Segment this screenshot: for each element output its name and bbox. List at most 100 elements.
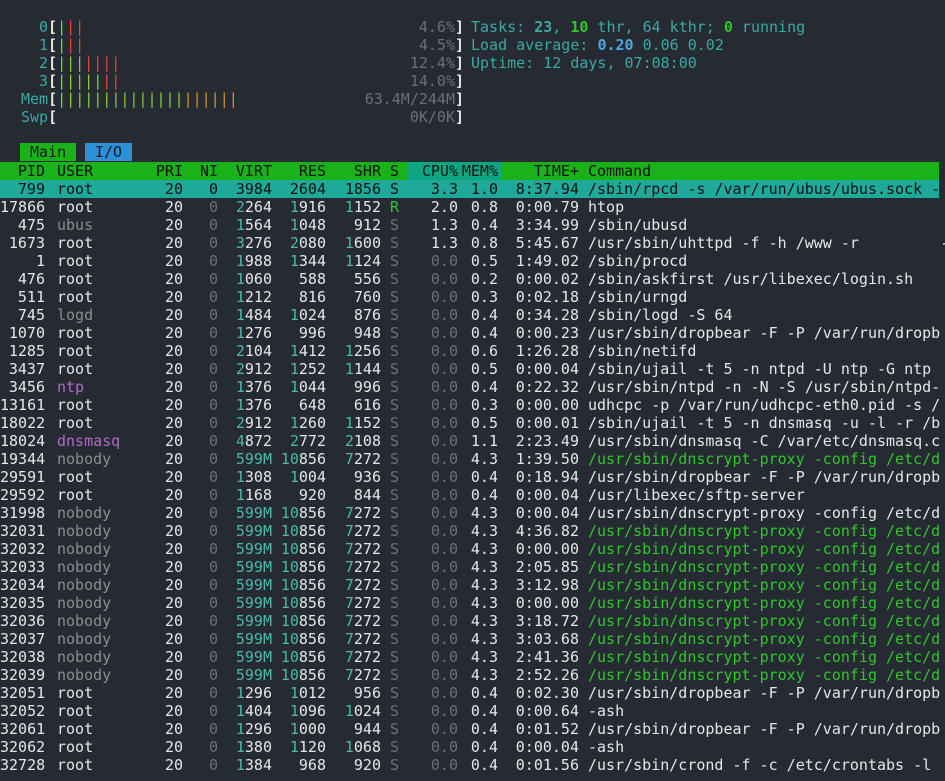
col-time[interactable]: TIME+	[505, 162, 579, 180]
cell-virt: 599M	[235, 666, 272, 684]
cell-ni: 0	[208, 612, 218, 630]
meter-bracket: ]	[455, 36, 465, 54]
process-row[interactable]: 3456 ntp 20 0 1376 1044 996 S 0.0 0.4 0:22.32/usr/…	[0, 378, 940, 396]
process-row[interactable]: 32052 root 20 0 1404 1096 1024 S 0.0 0.4 0:00.64 -a…	[0, 702, 939, 720]
cell-virt: 1212	[235, 288, 272, 306]
cell-ni: 0	[208, 396, 218, 414]
cell-cmd: /sbin/logd -S 64	[588, 306, 733, 324]
cell-shr: 1256	[344, 342, 381, 360]
cell-s: S	[390, 702, 400, 720]
cell-s: S	[390, 468, 400, 486]
cell-user: nobody	[57, 540, 112, 558]
cell-pid: 3456	[8, 378, 45, 396]
cell-virt: 599M	[235, 594, 272, 612]
cell-res: 968	[298, 756, 326, 774]
process-row[interactable]: 32038 nobody 20 0 599M 10856 7272 S 0.0 4.3 2:41.3…	[0, 648, 940, 666]
process-row[interactable]: 18022 root 20 0 2912 1260 1152 S 0.0 0.5 0:00.01/s…	[0, 414, 940, 432]
col-shr[interactable]: SHR	[335, 162, 381, 180]
cell-pri: 20	[164, 216, 183, 234]
process-row[interactable]: 1070 root 20 0 1276 996 948 S 0.0 0.4 0:00.23/usr/…	[0, 324, 940, 342]
cell-virt: 2912	[235, 414, 272, 432]
process-row[interactable]: 476 root 20 0 1060 588 556 S 0.0 0.2 0:00.02/sbin/…	[0, 270, 939, 288]
cell-s: S	[390, 540, 400, 558]
process-row[interactable]: 32034 nobody 20 0 599M 10856 7272 S 0.0 4.3 3:12.9…	[0, 576, 940, 594]
uptime: Uptime: 12 days, 07:08:00	[471, 54, 697, 72]
col-cpu[interactable]: CPU%	[414, 162, 458, 180]
cell-user: nobody	[57, 576, 112, 594]
process-row[interactable]: 745 logd 20 0 1484 1024 876 S 0.0 0.4 0:34.28/sbin…	[0, 306, 939, 324]
cell-time: 0:00.04	[515, 738, 579, 756]
col-user[interactable]: USER	[57, 162, 93, 180]
cell-user: nobody	[57, 558, 112, 576]
process-row[interactable]: 32037 nobody 20 0 599M 10856 7272 S 0.0 4.3 3:03.6…	[0, 630, 940, 648]
cell-pri: 20	[164, 432, 183, 450]
process-row[interactable]: 1285 root 20 0 2104 1412 1256 S 0.0 0.6 1:26.28/sb…	[0, 342, 939, 360]
process-row[interactable]: 32062 root 20 0 1380 1120 1068 S 0.0 0.4 0:00.04 -a…	[0, 738, 939, 756]
cell-ni: 0	[208, 270, 218, 288]
process-row[interactable]: 475 ubus 20 0 1564 1048 912 S 1.3 0.4 3:34.99/sbin…	[0, 216, 939, 234]
cell-mem: 4.3	[470, 450, 498, 468]
meter-bracket: ]	[455, 72, 465, 90]
col-pid[interactable]: PID	[0, 162, 45, 180]
process-row[interactable]: 32039 nobody 20 0 599M 10856 7272 S 0.0 4.3 2:52.2…	[0, 666, 940, 684]
cell-cpu: 0.0	[430, 594, 458, 612]
process-row[interactable]: 31998 nobody 20 0 599M 10856 7272 S 0.0 4.3 0:00.0…	[0, 504, 940, 522]
cell-ni: 0	[208, 252, 218, 270]
cell-virt: 1384	[235, 756, 272, 774]
cell-s: S	[390, 720, 400, 738]
cell-shr: 2108	[344, 432, 381, 450]
col-virt[interactable]: VIRT	[225, 162, 272, 180]
cell-pid: 32036	[0, 612, 46, 630]
cell-s: R	[390, 198, 400, 216]
cell-pid: 1285	[8, 342, 45, 360]
process-row[interactable]: 32051 root 20 0 1296 1012 956 S 0.0 0.4 0:02.30/us…	[0, 684, 940, 702]
process-row[interactable]: 29591 root 20 0 1308 1004 936 S 0.0 0.4 0:18.94/us…	[0, 468, 940, 486]
process-row[interactable]: 32036 nobody 20 0 599M 10856 7272 S 0.0 4.3 3:18.7…	[0, 612, 940, 630]
tab-main[interactable]: Main	[20, 143, 77, 161]
col-res[interactable]: RES	[280, 162, 326, 180]
cell-pid: 18024	[0, 432, 46, 450]
process-row[interactable]: 511 root 20 0 1212 816 760 S 0.0 0.3 0:02.18/sbin/…	[0, 288, 939, 306]
col-command[interactable]: Command	[588, 162, 651, 180]
cell-cmd: /usr/sbin/dnscrypt-proxy -config /etc/d	[588, 594, 941, 612]
cell-pid: 511	[17, 288, 45, 306]
cell-cpu: 0.0	[430, 486, 458, 504]
process-row[interactable]: 1673 root 20 0 3276 2080 1600 S 1.3 0.8 5:45.67/us…	[0, 234, 945, 252]
process-row[interactable]: 18024 dnsmasq 20 0 4872 2772 2108 S 0.0 1.1 2:23.4…	[0, 432, 940, 450]
col-ni[interactable]: NI	[190, 162, 218, 180]
cell-s: S	[390, 486, 400, 504]
col-state[interactable]: S	[390, 162, 399, 180]
process-table-header: PID USER PRI NI VIRT RES SHR S CPU% MEM%…	[0, 162, 939, 180]
cell-mem: 0.8	[470, 234, 498, 252]
cell-ni: 0	[208, 630, 218, 648]
cell-cmd: /sbin/ubusd	[588, 216, 688, 234]
process-row[interactable]: 1 root 20 0 1988 1344 1124 S 0.0 0.5 1:49.02/sbin/…	[0, 252, 939, 270]
process-row[interactable]: 799 root 20 0 3984 2604 1856 S 3.3 1.0 8:37.94/sbi…	[0, 180, 940, 198]
cell-cpu: 0.0	[430, 270, 458, 288]
cell-s: S	[390, 648, 400, 666]
process-row[interactable]: 3437 root 20 0 2912 1252 1144 S 0.0 0.5 0:00.04/sb…	[0, 360, 939, 378]
cell-pid: 745	[17, 306, 45, 324]
cpu-id: 1	[39, 36, 49, 54]
cell-mem: 4.3	[470, 666, 498, 684]
process-row[interactable]: 32031 nobody 20 0 599M 10856 7272 S 0.0 4.3 4:36.8…	[0, 522, 940, 540]
cell-s: S	[390, 216, 400, 234]
tab-io[interactable]: I/O	[85, 143, 133, 161]
process-row[interactable]: 17866 root 20 0 2264 1916 1152 R 2.0 0.8 0:00.79 ht…	[0, 198, 939, 216]
cpu-id: 2	[39, 54, 49, 72]
col-pri[interactable]: PRI	[150, 162, 183, 180]
process-row[interactable]: 19344 nobody 20 0 599M 10856 7272 S 0.0 4.3 1:39.5…	[0, 450, 940, 468]
cell-mem: 1.1	[470, 432, 498, 450]
process-row[interactable]: 32728 root 20 0 1384 968 920 S 0.0 0.4 0:01.56/usr…	[0, 756, 939, 774]
process-row[interactable]: 32032 nobody 20 0 599M 10856 7272 S 0.0 4.3 0:00.0…	[0, 540, 940, 558]
process-row[interactable]: 32033 nobody 20 0 599M 10856 7272 S 0.0 4.3 2:05.8…	[0, 558, 940, 576]
cell-res: 10856	[280, 504, 326, 522]
process-row[interactable]: 29592 root 20 0 1168 920 844 S 0.0 0.4 0:00.04/usr…	[0, 486, 939, 504]
process-row[interactable]: 13161 root 20 0 1376 648 616 S 0.0 0.3 0:00.00 udhc…	[0, 396, 940, 414]
cell-pri: 20	[164, 486, 183, 504]
cell-cpu: 0.0	[430, 522, 458, 540]
process-row[interactable]: 32035 nobody 20 0 599M 10856 7272 S 0.0 4.3 0:00.0…	[0, 594, 941, 612]
col-mem[interactable]: MEM%	[460, 162, 498, 180]
process-row[interactable]: 32061 root 20 0 1296 1000 944 S 0.0 0.4 0:01.52/us…	[0, 720, 940, 738]
cell-shr: 7272	[344, 504, 381, 522]
